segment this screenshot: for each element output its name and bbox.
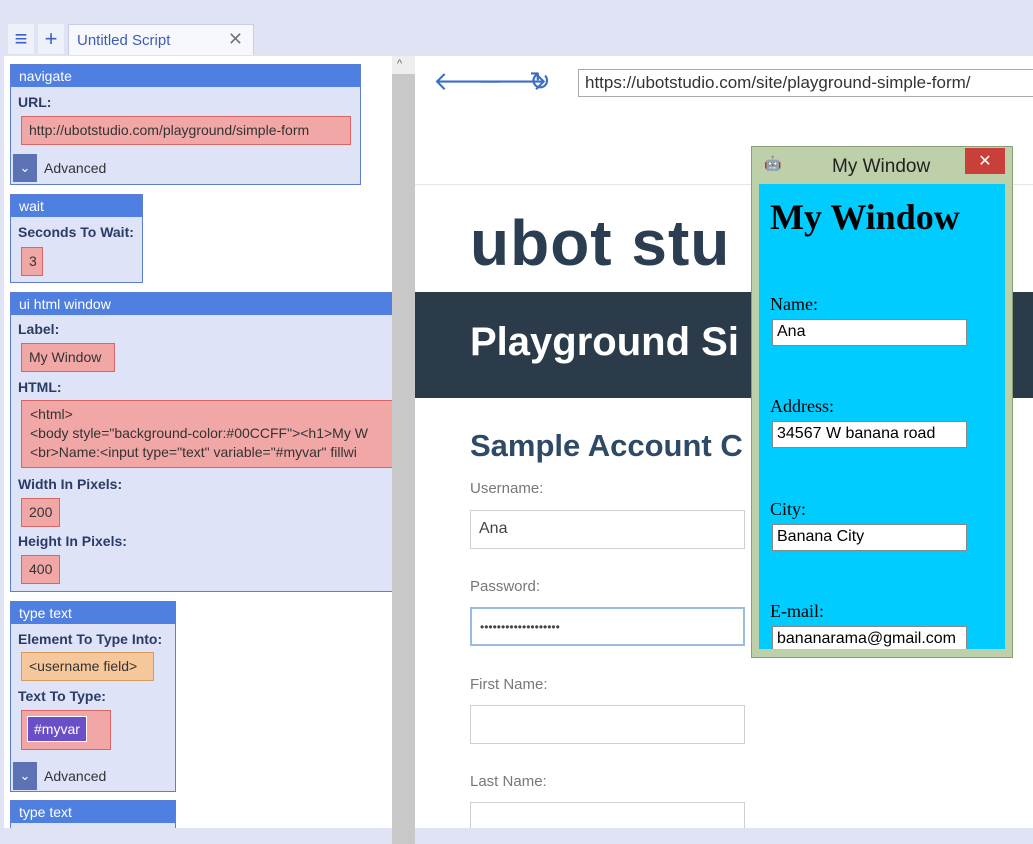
url-value[interactable]: http://ubotstudio.com/playground/simple-… [21, 116, 351, 145]
seconds-label: Seconds To Wait: [18, 224, 134, 240]
address-bar[interactable]: https://ubotstudio.com/site/playground-s… [578, 69, 1033, 97]
first-name-input[interactable] [470, 705, 745, 744]
advanced-label: Advanced [44, 768, 107, 784]
width-value[interactable]: 200 [21, 498, 60, 527]
html-line: <br>Name:<input type="text" variable="#m… [30, 444, 357, 460]
email-label: E-mail: [770, 601, 824, 621]
city-input[interactable]: Banana City [772, 524, 967, 551]
command-header: type text [11, 602, 175, 624]
label-value[interactable]: My Window [21, 343, 115, 372]
name-label: Name: [770, 294, 818, 314]
site-logo: ubot stu [470, 207, 731, 279]
app-icon: 🤖 [764, 155, 782, 171]
command-type-text[interactable]: type text [10, 800, 176, 828]
command-ui-html-window[interactable]: ui html window Label: My Window HTML: <h… [10, 292, 392, 592]
chevron-down-icon: ⌄ [13, 762, 37, 790]
refresh-icon[interactable]: ↻ [529, 66, 551, 97]
command-type-text[interactable]: type text Element To Type Into: <usernam… [10, 601, 176, 792]
popup-content: My Window Name: Ana Address: 34567 W ban… [759, 184, 1005, 649]
city-label: City: [770, 499, 807, 519]
command-wait[interactable]: wait Seconds To Wait: 3 [10, 194, 143, 283]
email-input[interactable]: bananarama@gmail.com [772, 626, 967, 649]
command-navigate[interactable]: navigate URL: http://ubotstudio.com/play… [10, 64, 361, 185]
element-label: Element To Type Into: [18, 631, 163, 647]
username-input[interactable]: Ana [470, 510, 745, 549]
text-value[interactable]: #myvar [21, 710, 111, 750]
section-title: Sample Account C [470, 428, 743, 463]
address-input[interactable]: 34567 W banana road [772, 421, 967, 448]
scrollbar-thumb[interactable] [392, 74, 415, 844]
text-label: Text To Type: [18, 688, 106, 704]
password-label: Password: [470, 578, 541, 595]
width-label: Width In Pixels: [18, 476, 123, 492]
html-line: <body style="background-color:#00CCFF"><… [30, 425, 368, 441]
close-button[interactable]: ✕ [965, 148, 1005, 174]
advanced-label: Advanced [44, 160, 107, 176]
advanced-toggle[interactable]: ⌄ Advanced [13, 762, 163, 790]
chevron-down-icon: ⌄ [13, 154, 37, 182]
html-value[interactable]: <html> <body style="background-color:#00… [21, 400, 392, 468]
popup-heading: My Window [770, 197, 960, 237]
close-icon[interactable]: ✕ [228, 29, 243, 50]
seconds-value[interactable]: 3 [21, 247, 43, 276]
last-name-input[interactable] [470, 802, 745, 828]
popup-title: My Window [832, 156, 931, 177]
command-header: ui html window [11, 293, 392, 315]
hamburger-icon[interactable]: ≡ [8, 24, 34, 54]
command-header: type text [11, 801, 175, 823]
label-label: Label: [18, 321, 60, 337]
url-label: URL: [18, 94, 52, 110]
command-header: wait [11, 195, 142, 217]
height-label: Height In Pixels: [18, 533, 127, 549]
my-window-popup: 🤖 My Window ✕ My Window Name: Ana Addres… [751, 146, 1013, 658]
scrollbar[interactable]: ^ [392, 56, 415, 844]
first-name-label: First Name: [470, 676, 548, 693]
tab-untitled-script[interactable]: Untitled Script ✕ [68, 24, 254, 55]
html-label: HTML: [18, 379, 62, 395]
name-input[interactable]: Ana [772, 319, 967, 346]
chevron-up-icon[interactable]: ^ [397, 58, 402, 70]
tab-title: Untitled Script [77, 31, 171, 49]
banner-title: Playground Si [470, 320, 739, 364]
last-name-label: Last Name: [470, 773, 547, 790]
advanced-toggle[interactable]: ⌄ Advanced [13, 154, 163, 182]
html-line: <html> [30, 406, 73, 422]
plus-icon[interactable]: + [38, 24, 64, 54]
variable-token: #myvar [27, 716, 87, 742]
script-pane: navigate URL: http://ubotstudio.com/play… [4, 56, 392, 828]
password-input[interactable]: ••••••••••••••••••• [470, 607, 745, 646]
username-label: Username: [470, 480, 544, 497]
height-value[interactable]: 400 [21, 555, 60, 584]
command-header: navigate [11, 65, 360, 87]
address-label: Address: [770, 396, 834, 416]
element-value[interactable]: <username field> [21, 652, 154, 681]
